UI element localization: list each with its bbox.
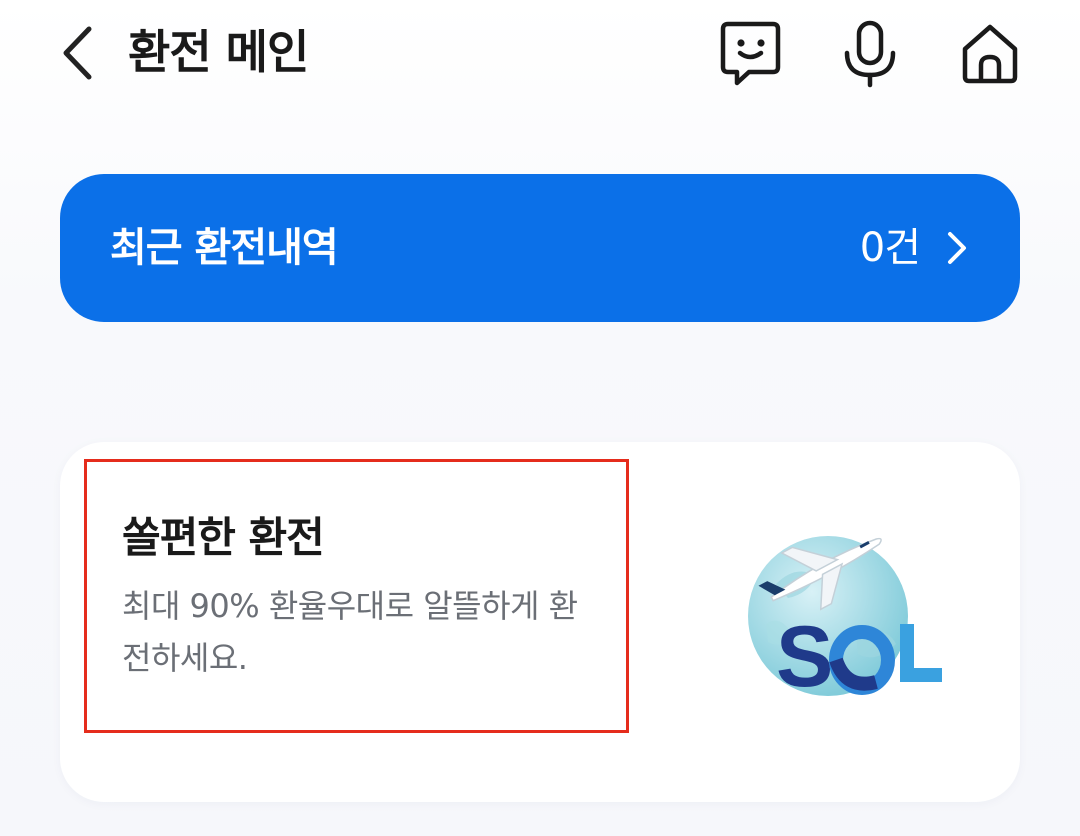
chatbot-icon [720,21,781,86]
app-header: 환전 메인 [0,0,1080,120]
chatbot-button[interactable] [714,18,786,90]
chevron-left-icon [63,26,92,80]
svg-text:S: S [776,609,833,705]
promo-title: 쏠편한 환전 [122,513,325,562]
recent-exchange-count: 0건 [859,225,921,271]
easy-exchange-card[interactable]: 쏠편한 환전 최대 90% 환율우대로 알뜰하게 환전하세요. S [60,442,1020,802]
page-title: 환전 메인 [128,25,309,79]
recent-exchange-history-button[interactable]: 최근 환전내역 0건 [60,174,1020,322]
recent-exchange-label: 최근 환전내역 [110,225,339,271]
promo-description: 최대 90% 환율우대로 알뜰하게 환전하세요. [122,587,578,677]
microphone-icon [844,20,896,88]
back-button[interactable] [52,20,102,86]
globe-airplane-illustration: S [748,536,942,705]
home-button[interactable] [954,18,1026,90]
home-icon [962,24,1018,84]
chevron-right-icon [948,232,966,264]
voice-search-button[interactable] [834,18,906,90]
